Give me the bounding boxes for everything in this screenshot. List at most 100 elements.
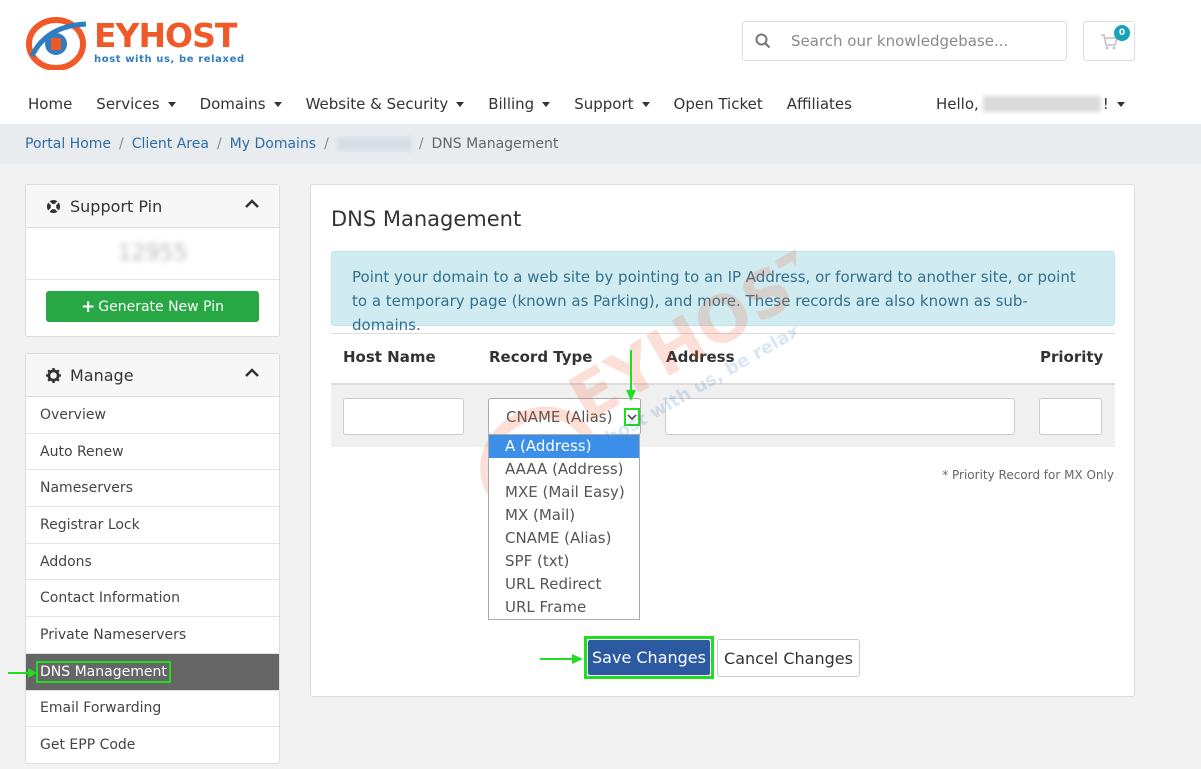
- option-cname-alias[interactable]: CNAME (Alias): [489, 527, 639, 550]
- generate-pin-label: Generate New Pin: [98, 298, 224, 315]
- breadcrumb-separator: /: [418, 136, 424, 152]
- chevron-up-icon[interactable]: [245, 199, 259, 209]
- page-title: DNS Management: [331, 207, 522, 231]
- select-arrow-highlight[interactable]: [624, 408, 640, 426]
- option-a-address[interactable]: A (Address): [489, 435, 639, 458]
- breadcrumb-separator: /: [216, 136, 222, 152]
- record-type-dropdown: A (Address) AAAA (Address) MXE (Mail Eas…: [488, 434, 640, 620]
- sidebar-item-label: DNS Management: [36, 660, 171, 683]
- sidebar-item-addons[interactable]: Addons: [26, 544, 279, 581]
- account-menu[interactable]: Hello, !: [936, 95, 1125, 113]
- chevron-down-icon: [627, 414, 637, 421]
- pin-number: 12955: [117, 241, 188, 266]
- annotation-arrow-icon: [626, 350, 636, 401]
- breadcrumb-separator: /: [324, 136, 329, 152]
- caret-down-icon: [542, 101, 551, 107]
- annotation-arrow-icon: [540, 654, 583, 664]
- sidebar-item-nameservers[interactable]: Nameservers: [26, 470, 279, 508]
- breadcrumb-client-area[interactable]: Client Area: [132, 136, 209, 152]
- support-pin-header[interactable]: Support Pin: [26, 185, 279, 228]
- save-highlight: Save Changes: [584, 636, 714, 679]
- priority-note: * Priority Record for MX Only: [942, 468, 1114, 482]
- priority-input[interactable]: [1039, 398, 1102, 435]
- generate-pin-button[interactable]: + Generate New Pin: [46, 291, 259, 322]
- chevron-up-icon[interactable]: [245, 368, 259, 378]
- column-priority: Priority: [1040, 348, 1104, 366]
- search-input[interactable]: [791, 30, 1051, 52]
- nav-services[interactable]: Services: [96, 95, 176, 113]
- record-type-value: CNAME (Alias): [506, 408, 613, 426]
- save-changes-button[interactable]: Save Changes: [588, 640, 710, 675]
- dns-panel: DNS Management Point your domain to a we…: [310, 184, 1135, 697]
- logo-wordmark: EYHOST: [94, 16, 237, 55]
- table-row: CNAME (Alias): [331, 383, 1115, 447]
- nav-label: Billing: [488, 95, 535, 113]
- caret-down-icon: [1116, 101, 1125, 107]
- annotation-arrow-icon: [8, 668, 37, 678]
- record-type-select[interactable]: CNAME (Alias): [488, 398, 641, 435]
- manage-title: Manage: [70, 365, 134, 385]
- nav-domains[interactable]: Domains: [200, 95, 282, 113]
- brand-logo[interactable]: EYHOST host with us, be relaxed: [26, 14, 256, 72]
- sidebar-item-registrar-lock[interactable]: Registrar Lock: [26, 507, 279, 544]
- nav-label: Support: [574, 95, 634, 113]
- sidebar-item-get-epp-code[interactable]: Get EPP Code: [26, 727, 279, 763]
- cart-button[interactable]: 0: [1083, 21, 1135, 61]
- address-input[interactable]: [665, 398, 1015, 435]
- nav-support[interactable]: Support: [574, 95, 650, 113]
- column-host-name: Host Name: [343, 348, 436, 366]
- gear-icon: [46, 367, 61, 383]
- manage-card: Manage Overview Auto Renew Nameservers R…: [25, 353, 280, 764]
- column-record-type: Record Type: [489, 348, 593, 366]
- support-pin-title: Support Pin: [70, 196, 163, 216]
- sidebar-item-overview[interactable]: Overview: [26, 397, 279, 434]
- breadcrumb-portal-home[interactable]: Portal Home: [25, 136, 111, 152]
- caret-down-icon: [167, 101, 176, 107]
- nav-label: Domains: [199, 95, 266, 113]
- redacted-username: [982, 96, 1101, 112]
- caret-down-icon: [456, 101, 465, 107]
- breadcrumb-my-domains[interactable]: My Domains: [230, 136, 316, 152]
- logo-tagline: host with us, be relaxed: [94, 54, 245, 65]
- host-name-input[interactable]: [343, 398, 464, 435]
- nav-label: Website & Security: [305, 95, 449, 113]
- breadcrumb: Portal Home / Client Area / My Domains /…: [25, 136, 558, 152]
- plus-icon: +: [81, 296, 96, 317]
- nav-open-ticket[interactable]: Open Ticket: [674, 95, 763, 113]
- nav-affiliates[interactable]: Affiliates: [787, 95, 852, 113]
- search-icon: [755, 33, 771, 49]
- cart-count-badge: 0: [1114, 25, 1130, 41]
- nav-home[interactable]: Home: [28, 95, 72, 113]
- support-pin-value: 12955: [26, 228, 279, 280]
- option-url-frame[interactable]: URL Frame: [489, 596, 639, 619]
- option-url-redirect[interactable]: URL Redirect: [489, 573, 639, 596]
- nav-billing[interactable]: Billing: [488, 95, 551, 113]
- breadcrumb-current: DNS Management: [431, 136, 559, 152]
- manage-header[interactable]: Manage: [26, 354, 279, 397]
- main-nav: Home Services Domains Website & Security…: [28, 88, 876, 120]
- sidebar-item-private-nameservers[interactable]: Private Nameservers: [26, 617, 279, 654]
- nav-label: Home: [28, 95, 73, 113]
- option-mxe-mail-easy[interactable]: MXE (Mail Easy): [489, 481, 639, 504]
- sidebar-item-dns-management[interactable]: DNS Management: [26, 653, 279, 691]
- sidebar-item-email-forwarding[interactable]: Email Forwarding: [26, 691, 279, 728]
- hello-prefix: Hello,: [936, 95, 979, 113]
- option-mx-mail[interactable]: MX (Mail): [489, 504, 639, 527]
- life-ring-icon: [46, 199, 61, 213]
- caret-down-icon: [641, 101, 650, 107]
- nav-label: Open Ticket: [673, 95, 763, 113]
- table-header-row: Host Name Record Type Address Priority: [331, 333, 1115, 383]
- logo-globe-icon: [26, 17, 87, 70]
- option-spf-txt[interactable]: SPF (txt): [489, 550, 639, 573]
- sidebar-item-auto-renew[interactable]: Auto Renew: [26, 434, 279, 471]
- knowledgebase-search[interactable]: [742, 21, 1067, 61]
- column-address: Address: [666, 348, 735, 366]
- info-alert: Point your domain to a web site by point…: [331, 251, 1115, 334]
- nav-label: Services: [96, 95, 160, 113]
- option-aaaa-address[interactable]: AAAA (Address): [489, 458, 639, 481]
- cancel-changes-button[interactable]: Cancel Changes: [717, 639, 860, 677]
- nav-website-security[interactable]: Website & Security: [306, 95, 465, 113]
- sidebar-item-contact-information[interactable]: Contact Information: [26, 580, 279, 618]
- hello-suffix: !: [1102, 95, 1109, 113]
- breadcrumb-redacted-domain[interactable]: [336, 137, 411, 151]
